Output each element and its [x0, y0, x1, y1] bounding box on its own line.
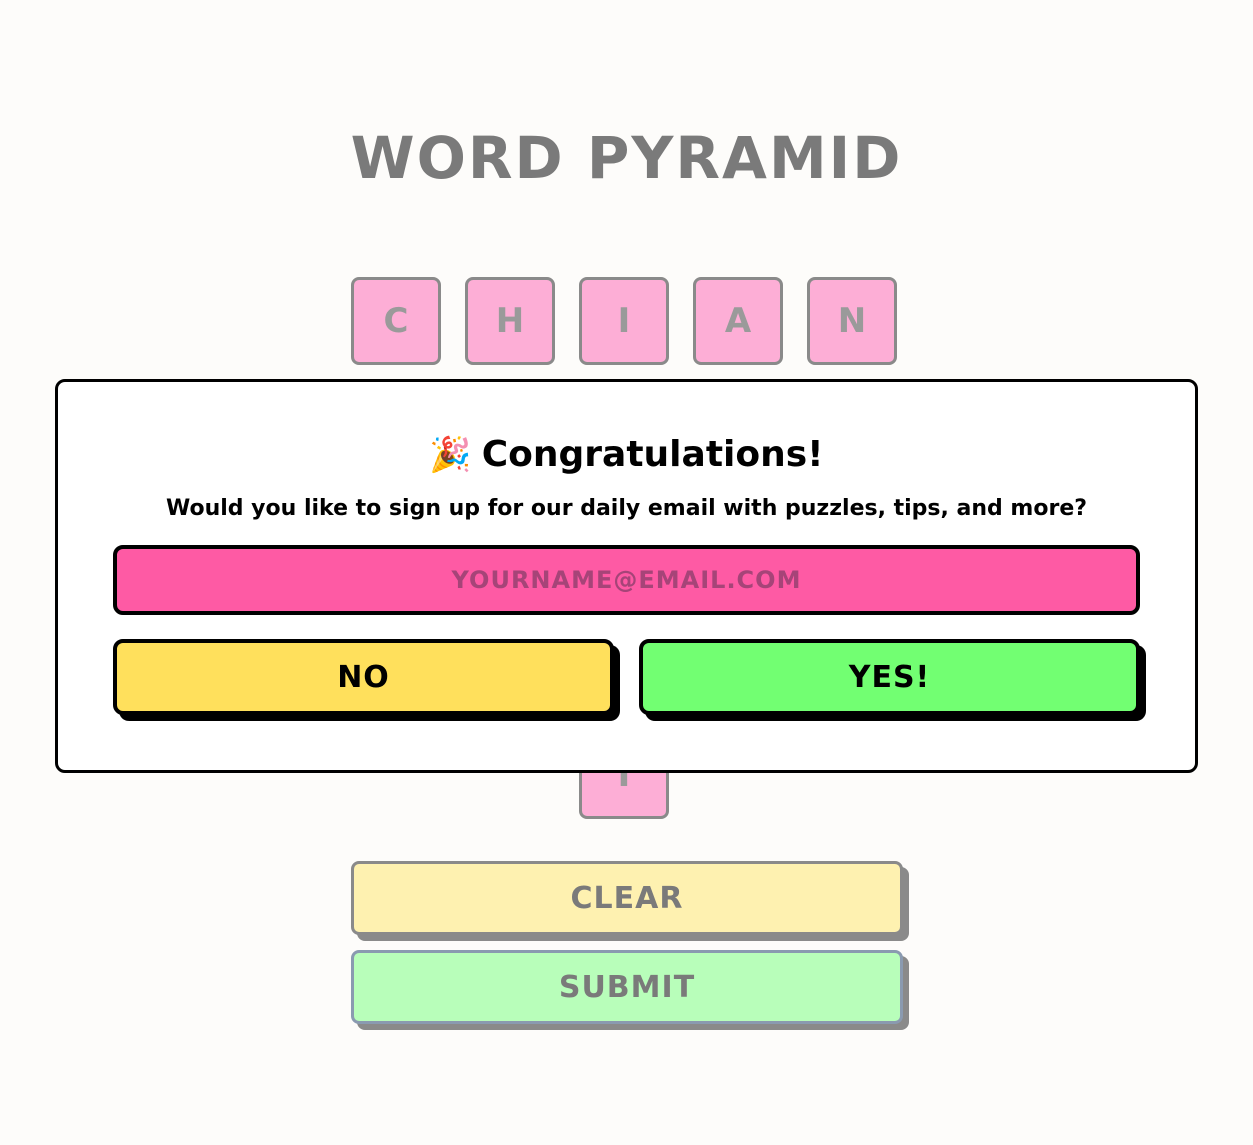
- submit-button[interactable]: SUBMIT: [351, 950, 903, 1024]
- party-popper-icon: 🎉: [429, 435, 472, 475]
- yes-button[interactable]: YES!: [639, 639, 1140, 715]
- modal-subtitle: Would you like to sign up for our daily …: [165, 496, 1088, 521]
- modal-title-text: Congratulations!: [481, 434, 824, 475]
- letter-tile[interactable]: I: [579, 277, 669, 365]
- letter-tile[interactable]: A: [693, 277, 783, 365]
- clear-button[interactable]: CLEAR: [351, 861, 903, 935]
- letter-tile[interactable]: H: [465, 277, 555, 365]
- email-field[interactable]: [113, 545, 1140, 615]
- letter-tile[interactable]: C: [351, 277, 441, 365]
- signup-modal: 🎉 Congratulations! Would you like to sign…: [55, 379, 1198, 773]
- no-button[interactable]: NO: [113, 639, 614, 715]
- modal-title: 🎉 Congratulations!: [58, 434, 1195, 475]
- letter-tile[interactable]: N: [807, 277, 897, 365]
- game-title: WORD PYRAMID: [350, 124, 903, 192]
